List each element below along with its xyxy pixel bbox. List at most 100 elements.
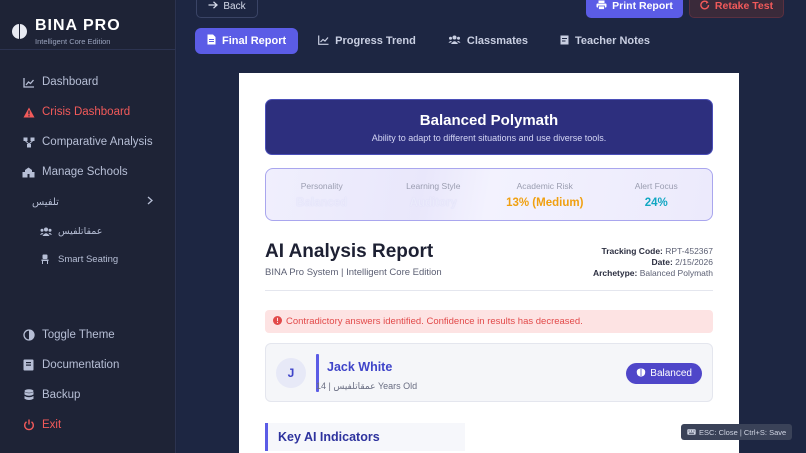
tab-final-report[interactable]: Final Report — [195, 28, 299, 54]
sidebar-item-documentation[interactable]: Documentation — [0, 350, 175, 380]
sidebar-subitem-group[interactable]: عمقاتلفيس — [0, 217, 175, 245]
theme-icon — [22, 329, 35, 342]
chart-line-icon — [22, 76, 35, 89]
stat-value: 24% — [644, 197, 668, 209]
sidebar-item-label: Dashboard — [42, 76, 99, 88]
tab-classmates[interactable]: Classmates — [436, 28, 540, 54]
tracking-code-value: RPT-452367 — [665, 246, 713, 256]
archetype-badge: Balanced — [626, 363, 702, 384]
back-button[interactable]: Back — [196, 0, 258, 18]
stat-academic-risk: Academic Risk 13% (Medium) — [489, 169, 601, 220]
badge-label: Balanced — [650, 368, 692, 379]
brain-icon — [12, 24, 27, 39]
report-meta: Tracking Code: RPT-452367 Date: 2/15/202… — [593, 246, 713, 279]
tracking-code-label: Tracking Code: — [601, 246, 663, 256]
note-icon — [560, 35, 569, 48]
users-icon — [40, 227, 52, 236]
brand-subtitle: Intelligent Core Edition — [35, 36, 111, 46]
printer-icon — [596, 0, 607, 13]
school-icon — [22, 166, 35, 179]
sidebar-subitem-smart-seating[interactable]: Smart Seating — [0, 245, 175, 273]
archetype-title: Balanced Polymath — [419, 112, 559, 129]
sidebar-item-backup[interactable]: Backup — [0, 380, 175, 410]
archetype-description: Ability to adapt to different situations… — [371, 133, 607, 143]
tab-progress-trend[interactable]: Progress Trend — [306, 28, 428, 54]
stat-value: Balanced — [296, 197, 348, 209]
stat-value: 13% (Medium) — [506, 197, 584, 209]
sidebar-group-toggle[interactable]: تلفيس — [0, 187, 175, 217]
file-icon — [207, 34, 216, 48]
stat-personality: Personality Balanced — [266, 169, 378, 220]
report-tabs: Final Report Progress Trend Classmates T… — [195, 28, 670, 54]
student-meta: 14 | عمقاتلفيس Years Old — [316, 381, 418, 391]
retake-test-label: Retake Test — [714, 0, 774, 12]
archetype-banner: Balanced Polymath Ability to adapt to di… — [265, 99, 713, 155]
sidebar-item-exit[interactable]: Exit — [0, 410, 175, 440]
alert-text: Contradictory answers identified. Confid… — [286, 316, 583, 327]
report-title: AI Analysis Report — [265, 241, 434, 262]
sidebar-item-manage-schools[interactable]: Manage Schools — [0, 157, 175, 187]
report-document: Balanced Polymath Ability to adapt to di… — [239, 73, 739, 453]
tab-label: Classmates — [466, 35, 529, 47]
power-icon — [22, 419, 35, 432]
brand-title: BINA PRO — [35, 16, 121, 34]
stat-label: Learning Style — [406, 181, 461, 191]
sidebar-nav: Dashboard Crisis Dashboard Comparative A… — [0, 50, 175, 273]
sidebar-bottom: Toggle Theme Documentation Backup Exit — [0, 320, 175, 440]
chart-line-icon — [318, 35, 329, 48]
network-icon — [22, 136, 35, 149]
stat-value: Auditory — [409, 197, 457, 209]
book-icon — [22, 359, 35, 372]
student-name: Jack White — [327, 360, 393, 374]
confidence-alert: Contradictory answers identified. Confid… — [265, 310, 713, 333]
print-report-button[interactable]: Print Report — [586, 0, 683, 18]
avatar: J — [276, 358, 306, 388]
stat-label: Alert Focus — [634, 181, 678, 191]
retake-test-button[interactable]: Retake Test — [689, 0, 784, 18]
summary-stats: Personality Balanced Learning Style Audi… — [265, 168, 713, 221]
sidebar: BINA PRO Intelligent Core Edition Dashbo… — [0, 0, 176, 453]
sidebar-subitem-label: عمقاتلفيس — [58, 225, 103, 237]
redo-icon — [700, 0, 710, 13]
main-content: Back Print Report Retake Test Final Repo… — [177, 0, 806, 453]
tab-label: Teacher Notes — [575, 35, 651, 47]
archetype-label: Archetype: — [592, 268, 638, 278]
sidebar-group-label: تلفيس — [32, 196, 59, 208]
date-value: 2/15/2026 — [675, 257, 713, 267]
sidebar-item-label: Toggle Theme — [42, 329, 115, 341]
archetype-value: Balanced Polymath — [639, 268, 713, 278]
stat-alert-focus: Alert Focus 24% — [601, 169, 713, 220]
tab-label: Progress Trend — [335, 35, 416, 47]
brand: BINA PRO Intelligent Core Edition — [0, 0, 175, 50]
sidebar-item-comparative-analysis[interactable]: Comparative Analysis — [0, 127, 175, 157]
sidebar-item-dashboard[interactable]: Dashboard — [0, 67, 175, 97]
keyboard-hint-text: ESC: Close | Ctrl+S: Save — [699, 427, 787, 437]
chair-icon — [40, 254, 52, 264]
date-label: Date: — [651, 257, 673, 267]
database-icon — [22, 389, 35, 402]
tab-label: Final Report — [222, 35, 287, 47]
stat-label: Personality — [300, 181, 343, 191]
sidebar-item-label: Crisis Dashboard — [42, 106, 131, 118]
alert-circle-icon — [273, 315, 282, 328]
print-report-label: Print Report — [612, 0, 673, 12]
sidebar-item-label: Documentation — [42, 359, 120, 371]
student-card: J Jack White 14 | عمقاتلفيس Years Old Ba… — [265, 343, 713, 402]
sidebar-item-toggle-theme[interactable]: Toggle Theme — [0, 320, 175, 350]
sidebar-item-label: Comparative Analysis — [42, 136, 153, 148]
users-icon — [448, 35, 461, 47]
brain-icon — [636, 368, 646, 380]
sidebar-subitem-label: Smart Seating — [58, 253, 119, 265]
tab-teacher-notes[interactable]: Teacher Notes — [548, 28, 662, 54]
section-heading: Key AI Indicators — [265, 423, 465, 451]
back-button-label: Back — [223, 0, 246, 12]
sidebar-item-crisis-dashboard[interactable]: Crisis Dashboard — [0, 97, 175, 127]
warning-icon — [22, 106, 35, 119]
sidebar-item-label: Backup — [42, 389, 81, 401]
stat-learning-style: Learning Style Auditory — [378, 169, 490, 220]
keyboard-hint: ESC: Close | Ctrl+S: Save — [681, 424, 793, 440]
sidebar-item-label: Manage Schools — [42, 166, 128, 178]
arrow-right-icon — [208, 0, 219, 12]
keyboard-icon — [687, 428, 696, 437]
divider — [265, 290, 713, 291]
